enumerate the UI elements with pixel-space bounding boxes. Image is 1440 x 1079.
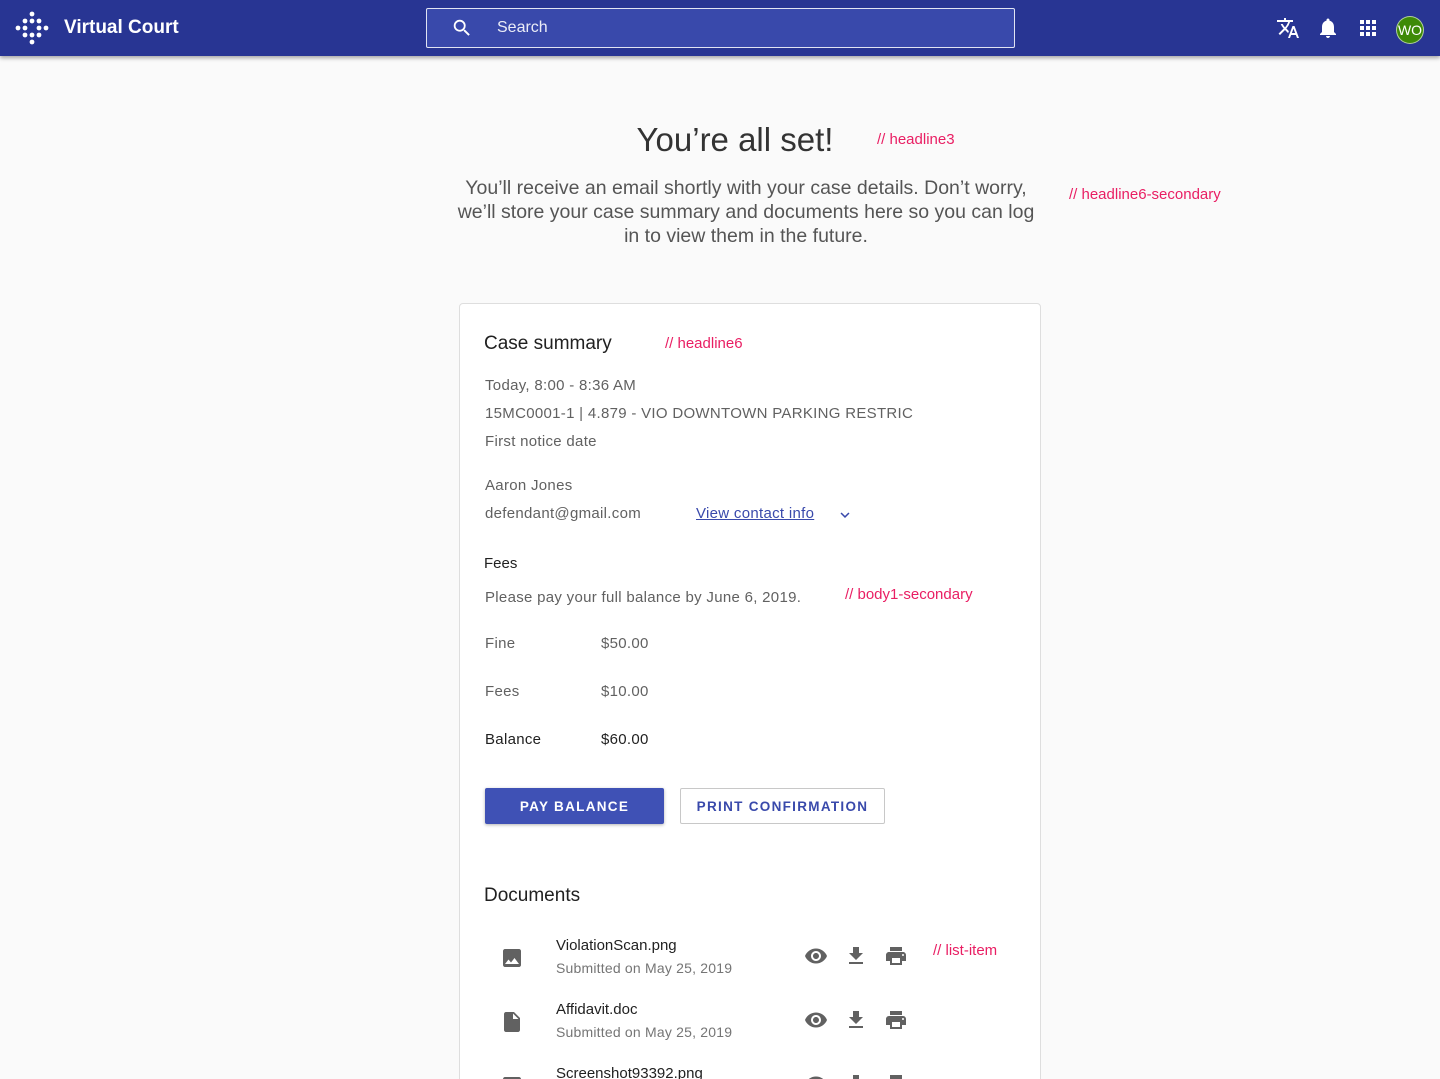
search-icon [453, 19, 470, 36]
avatar[interactable]: WO [1396, 16, 1424, 44]
list-item[interactable]: ViolationScan.png Submitted on May 25, 2… [460, 932, 1040, 996]
document-date: Submitted on May 25, 2019 [556, 1024, 733, 1040]
fees-note: Please pay your full balance by June 6, … [485, 589, 802, 606]
fees-value: $10.00 [601, 683, 649, 700]
case-number: 15MC0001-1 | 4.879 - VIO DOWNTOWN PARKIN… [485, 405, 914, 422]
document-name[interactable]: Affidavit.doc [556, 1000, 637, 1020]
image-icon [503, 1077, 521, 1079]
file-icon [504, 1012, 520, 1032]
case-summary-title: Case summary [484, 333, 612, 354]
chevron-down-icon[interactable] [836, 506, 854, 524]
notifications-icon[interactable] [1316, 16, 1340, 40]
view-icon[interactable] [804, 1072, 828, 1079]
download-icon[interactable] [844, 1072, 868, 1079]
print-confirmation-button[interactable]: PRINT CONFIRMATION [680, 788, 885, 824]
image-icon [503, 949, 521, 967]
fees-title: Fees [484, 555, 518, 572]
fees-label: Fees [485, 683, 520, 700]
document-date: Submitted on May 25, 2019 [556, 960, 733, 976]
document-name[interactable]: ViolationScan.png [556, 936, 677, 956]
annotation-subtext: // headline6-secondary [1069, 186, 1221, 203]
app-title[interactable]: Virtual Court [64, 16, 179, 40]
case-summary-card: Case summary // headline6 Today, 8:00 - … [459, 303, 1041, 1079]
case-time: Today, 8:00 - 8:36 AM [485, 377, 637, 394]
app-bar: Virtual Court WO [0, 0, 1440, 56]
fine-value: $50.00 [601, 635, 649, 652]
annotation-headline: // headline3 [877, 131, 955, 148]
list-item[interactable]: Screenshot93392.png [460, 1060, 1040, 1079]
apps-icon[interactable] [1356, 16, 1380, 40]
notice-date: First notice date [485, 433, 597, 450]
defendant-name: Aaron Jones [485, 477, 573, 494]
view-icon[interactable] [804, 944, 828, 968]
download-icon[interactable] [844, 1008, 868, 1032]
fine-label: Fine [485, 635, 516, 652]
list-item[interactable]: Affidavit.doc Submitted on May 25, 2019 [460, 996, 1040, 1060]
documents-title: Documents [484, 885, 581, 906]
view-contact-info-link[interactable]: View contact info [696, 504, 814, 524]
search-input[interactable] [497, 9, 997, 47]
balance-value: $60.00 [601, 731, 649, 748]
view-icon[interactable] [804, 1008, 828, 1032]
balance-label: Balance [485, 731, 542, 748]
translate-icon[interactable] [1276, 16, 1300, 40]
annotation-list-item: // list-item [933, 942, 998, 959]
print-icon[interactable] [884, 944, 908, 968]
confirmation-message: You’ll receive an email shortly with you… [457, 177, 1035, 247]
search-bar[interactable] [426, 8, 1015, 48]
page-title: You’re all set! [636, 121, 834, 158]
defendant-email: defendant@gmail.com [485, 505, 642, 522]
print-icon[interactable] [884, 1072, 908, 1079]
logo-icon[interactable] [14, 10, 50, 46]
document-name[interactable]: Screenshot93392.png [556, 1064, 703, 1079]
annotation-card-title: // headline6 [665, 335, 743, 352]
annotation-body1: // body1-secondary [845, 586, 973, 603]
pay-balance-button[interactable]: PAY BALANCE [485, 788, 664, 824]
download-icon[interactable] [844, 944, 868, 968]
print-icon[interactable] [884, 1008, 908, 1032]
